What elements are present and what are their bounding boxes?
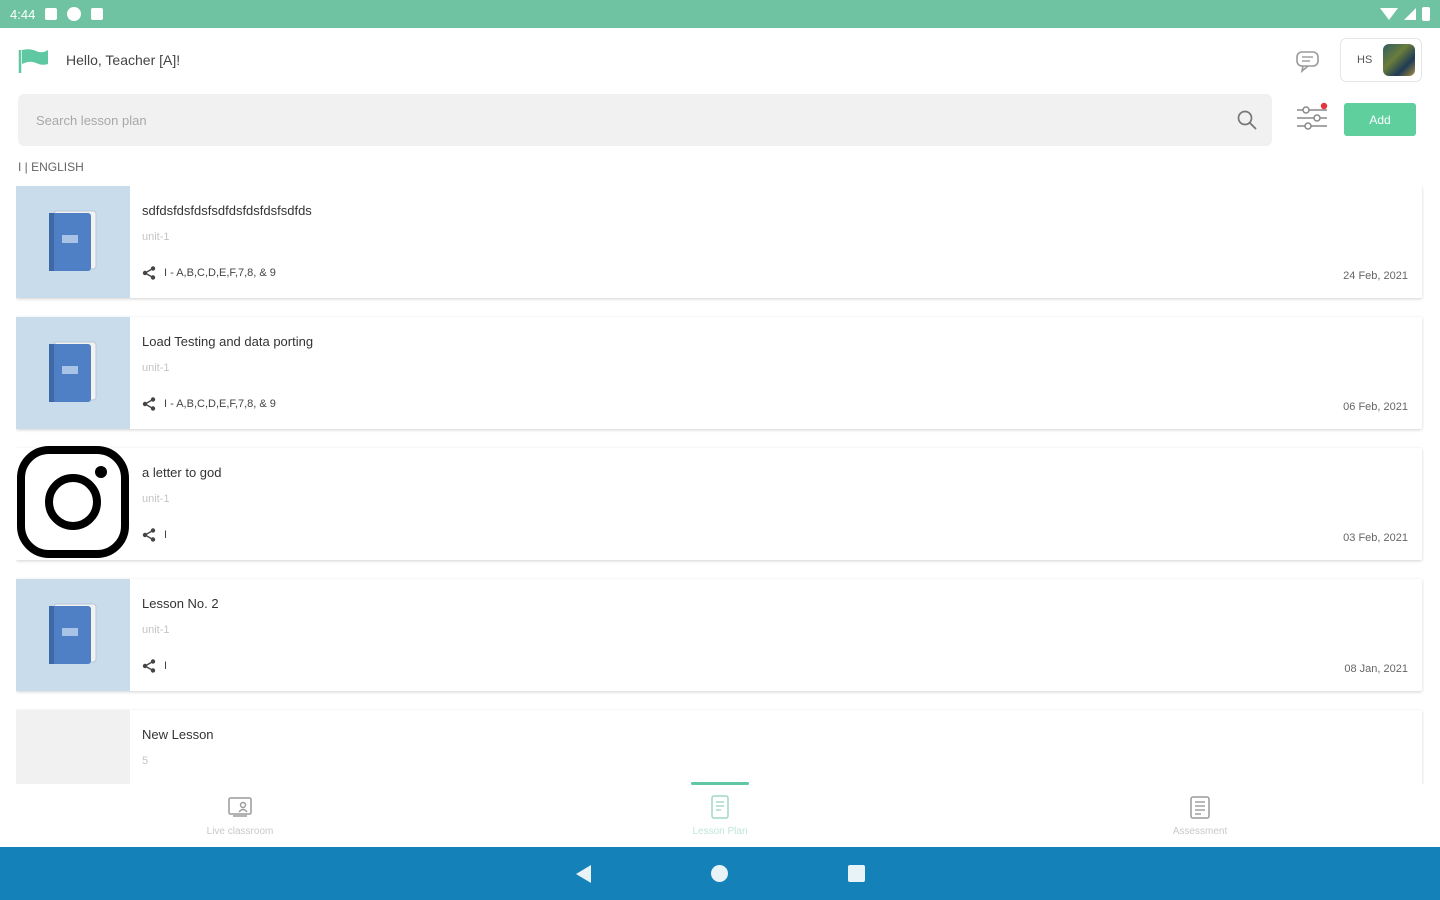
battery-icon bbox=[1422, 7, 1430, 21]
lesson-card-body: a letter to god unit-1 I 03 Feb, 2021 bbox=[130, 448, 1422, 560]
profile-initials: HS bbox=[1357, 54, 1373, 66]
lesson-card-body: Lesson No. 2 unit-1 I 08 Jan, 2021 bbox=[130, 579, 1422, 691]
lesson-card[interactable]: Lesson No. 2 unit-1 I 08 Jan, 2021 bbox=[16, 579, 1422, 691]
book-icon bbox=[45, 207, 101, 278]
nav-lesson-plan[interactable]: Lesson Plan bbox=[480, 782, 960, 847]
chat-icon[interactable] bbox=[1294, 46, 1322, 74]
lesson-share-row: I bbox=[142, 528, 167, 542]
profile-button[interactable]: HS bbox=[1340, 38, 1422, 82]
share-icon[interactable] bbox=[142, 659, 156, 673]
lesson-date: 08 Jan, 2021 bbox=[1344, 663, 1408, 675]
nav-label: Live classroom bbox=[206, 826, 274, 837]
lesson-share-text: I bbox=[164, 660, 168, 672]
search-box bbox=[18, 94, 1272, 146]
greeting-text: Hello, Teacher [A]! bbox=[66, 52, 181, 68]
lesson-thumbnail bbox=[16, 710, 130, 784]
nav-assessment[interactable]: Assessment bbox=[960, 784, 1440, 847]
book-icon bbox=[45, 600, 101, 671]
search-row: Add bbox=[18, 94, 1422, 146]
lesson-share-row: I bbox=[142, 659, 167, 673]
share-icon[interactable] bbox=[142, 397, 156, 411]
system-nav-bar bbox=[0, 847, 1440, 900]
app-header: Hello, Teacher [A]! HS bbox=[0, 28, 1440, 92]
lesson-thumbnail bbox=[16, 579, 130, 691]
status-bar: 4:44 bbox=[0, 0, 1440, 28]
home-icon[interactable] bbox=[710, 865, 728, 882]
avatar bbox=[1383, 44, 1415, 76]
nav-live-classroom[interactable]: Live classroom bbox=[0, 784, 480, 847]
lesson-title: a letter to god bbox=[142, 465, 222, 480]
search-input[interactable] bbox=[36, 112, 1236, 128]
lesson-card-body: sdfdsfdsfdsfsdfdsfdsfdsfsdfds unit-1 I -… bbox=[130, 186, 1422, 298]
status-time: 4:44 bbox=[10, 6, 36, 22]
add-button[interactable]: Add bbox=[1344, 103, 1416, 136]
recents-icon[interactable] bbox=[847, 865, 865, 882]
lesson-share-row: I - A,B,C,D,E,F,7,8, & 9 bbox=[142, 397, 276, 411]
signal-icon bbox=[1404, 8, 1416, 20]
lesson-thumbnail bbox=[16, 445, 130, 563]
section-label: I | ENGLISH bbox=[18, 160, 84, 174]
lesson-card-body: Load Testing and data porting unit-1 I -… bbox=[130, 317, 1422, 429]
lesson-title: Load Testing and data porting bbox=[142, 334, 314, 349]
lesson-title: Lesson No. 2 bbox=[142, 596, 219, 611]
lesson-share-text: I - A,B,C,D,E,F,7,8, & 9 bbox=[164, 398, 276, 410]
live-classroom-icon bbox=[227, 794, 253, 820]
bottom-nav: Live classroom Lesson Plan Assessment bbox=[0, 782, 1440, 847]
filter-button[interactable] bbox=[1294, 102, 1330, 138]
lesson-title: sdfdsfdsfdsfsdfdsfdsfdsfsdfds bbox=[142, 203, 312, 218]
lesson-list[interactable]: sdfdsfdsfdsfsdfdsfdsfdsfsdfds unit-1 I -… bbox=[16, 186, 1424, 784]
lesson-card[interactable]: sdfdsfdsfdsfsdfdsfdsfdsfsdfds unit-1 I -… bbox=[16, 186, 1422, 298]
lesson-unit: unit-1 bbox=[142, 624, 170, 636]
lesson-date: 06 Feb, 2021 bbox=[1343, 401, 1408, 413]
app-notification-icon bbox=[67, 7, 82, 21]
wifi-icon bbox=[1380, 8, 1398, 20]
nav-label: Assessment bbox=[1172, 826, 1228, 837]
lesson-card[interactable]: Load Testing and data porting unit-1 I -… bbox=[16, 317, 1422, 429]
share-icon[interactable] bbox=[142, 528, 156, 542]
lesson-unit: 5 bbox=[142, 755, 149, 767]
notification-icon bbox=[45, 8, 58, 20]
lesson-share-row: I - A,B,C,D,E,F,7,8, & 9 bbox=[142, 266, 276, 280]
lesson-unit: unit-1 bbox=[142, 493, 170, 505]
search-icon[interactable] bbox=[1236, 109, 1258, 131]
instagram-icon bbox=[17, 445, 129, 563]
lesson-unit: unit-1 bbox=[142, 231, 170, 243]
lesson-thumbnail bbox=[16, 186, 130, 298]
back-icon[interactable] bbox=[575, 864, 591, 883]
lesson-title: New Lesson bbox=[142, 727, 214, 742]
flag-logo-icon bbox=[18, 46, 50, 74]
lesson-unit: unit-1 bbox=[142, 362, 170, 374]
nav-label: Lesson Plan bbox=[692, 826, 748, 837]
book-icon bbox=[45, 338, 101, 409]
lesson-thumbnail bbox=[16, 317, 130, 429]
filter-sliders-icon bbox=[1295, 101, 1329, 140]
assessment-icon bbox=[1187, 794, 1213, 820]
lesson-plan-icon bbox=[707, 794, 733, 820]
sd-card-icon bbox=[91, 8, 104, 20]
lesson-date: 03 Feb, 2021 bbox=[1343, 532, 1408, 544]
lesson-share-text: I - A,B,C,D,E,F,7,8, & 9 bbox=[164, 267, 276, 279]
share-icon[interactable] bbox=[142, 266, 156, 280]
lesson-card[interactable]: New Lesson 5 bbox=[16, 710, 1422, 784]
lesson-card-body: New Lesson 5 bbox=[130, 710, 1422, 784]
lesson-share-text: I bbox=[164, 529, 168, 541]
active-tab-indicator bbox=[691, 782, 749, 785]
lesson-card[interactable]: a letter to god unit-1 I 03 Feb, 2021 bbox=[16, 445, 1422, 563]
lesson-date: 24 Feb, 2021 bbox=[1343, 270, 1408, 282]
